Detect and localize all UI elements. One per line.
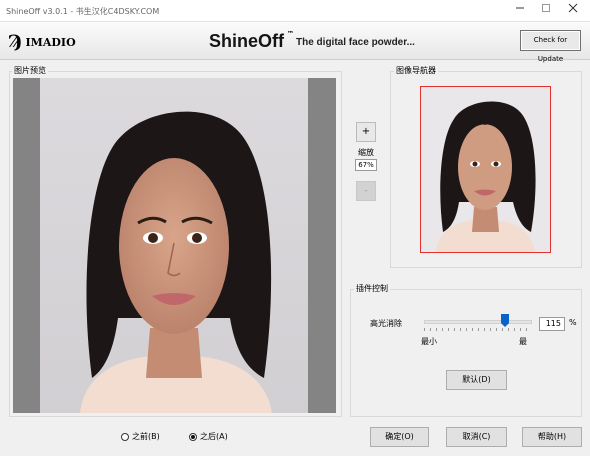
navigator-group-label: 图像导航器 xyxy=(394,65,438,76)
after-radio[interactable]: 之后(A) xyxy=(189,431,228,442)
minimize-icon[interactable] xyxy=(507,2,533,20)
before-radio-label: 之前(B) xyxy=(132,432,160,441)
default-button[interactable]: 默认(D) xyxy=(446,370,507,390)
highlight-value-input[interactable]: 115 xyxy=(539,317,565,331)
zoom-out-button[interactable]: - xyxy=(356,181,376,201)
plugin-group-label: 插件控制 xyxy=(354,283,390,294)
trademark: ™ xyxy=(287,30,294,38)
slider-min-label: 最小 xyxy=(421,337,437,346)
slider-ticks xyxy=(424,328,532,331)
zoom-label: 缩放 xyxy=(358,148,374,157)
highlight-removal-label: 高光消除 xyxy=(370,319,402,328)
after-radio-dot[interactable] xyxy=(189,432,197,441)
cancel-button[interactable]: 取消(C) xyxy=(446,427,507,447)
window-title: ShineOff v3.0.1 - 书生汉化C4DSKY.COM xyxy=(6,7,160,16)
plugin-control-group xyxy=(350,289,582,417)
check-update-button[interactable]: Check for Update xyxy=(520,30,581,63)
after-radio-label: 之后(A) xyxy=(200,432,228,441)
zoom-in-button[interactable]: + xyxy=(356,122,376,142)
ok-button[interactable]: 确定(O) xyxy=(370,427,429,447)
maximize-icon[interactable] xyxy=(533,2,559,20)
logo-text: IMADIO xyxy=(25,35,76,49)
logo-mark: Ϡ xyxy=(8,32,21,52)
preview-canvas[interactable] xyxy=(13,78,336,413)
navigator-thumbnail[interactable] xyxy=(420,86,551,253)
preview-photo xyxy=(40,78,308,413)
tagline: The digital face powder... xyxy=(296,37,415,48)
before-radio-dot[interactable] xyxy=(121,432,129,441)
slider-max-label: 最 xyxy=(519,337,527,346)
zoom-value: 67% xyxy=(355,159,377,171)
app-name: ShineOff xyxy=(209,31,284,51)
imadio-logo: Ϡ IMADIO xyxy=(8,32,76,52)
help-button[interactable]: 帮助(H) xyxy=(522,427,582,447)
header-banner: Ϡ IMADIO ShineOff ™ The digital face pow… xyxy=(0,22,590,63)
close-icon[interactable] xyxy=(560,2,586,20)
title-bar: ShineOff v3.0.1 - 书生汉化C4DSKY.COM xyxy=(0,0,590,22)
preview-group-label: 图片预览 xyxy=(12,65,48,76)
percent-unit: % xyxy=(569,318,577,327)
before-radio[interactable]: 之前(B) xyxy=(121,431,160,442)
highlight-slider-track[interactable] xyxy=(424,320,532,324)
